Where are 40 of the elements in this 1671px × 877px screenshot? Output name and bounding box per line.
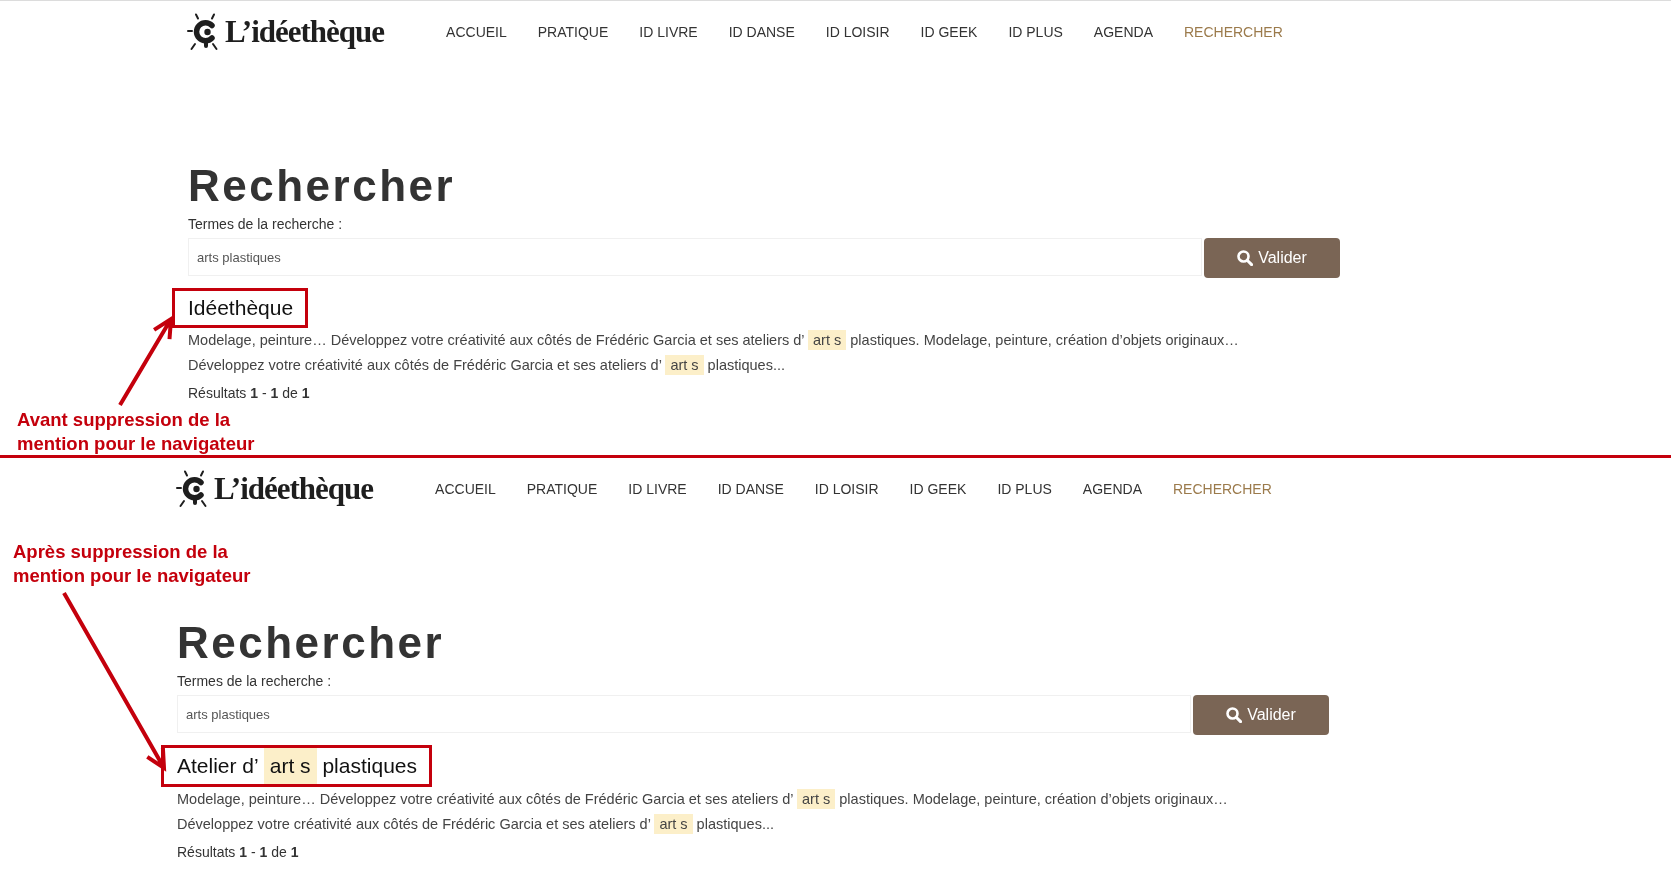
- logo-link[interactable]: L’idéethèque: [176, 470, 374, 508]
- nav-link[interactable]: ID PLUS: [1008, 24, 1063, 40]
- nav-link[interactable]: AGENDA: [1093, 24, 1153, 40]
- annotation-text: Après suppression de la mention pour le navigateur: [13, 540, 252, 588]
- result-snippet: Développez votre créativité aux côtés de Frédéric Garcia et ses ateliers d’ art s plastiques...: [188, 354, 786, 377]
- nav-link[interactable]: RECHERCHER: [1173, 481, 1272, 497]
- nav-link[interactable]: ACCUEIL: [446, 24, 507, 40]
- result-title[interactable]: Atelier d’ art s plastiques: [177, 748, 417, 784]
- result-snippet: Modelage, peinture… Développez votre créativité aux côtés de Frédéric Garcia et ses ateliers d’ art s plastiques. Modelage, peinture, création d’objets originaux…: [188, 329, 1240, 352]
- nav-link[interactable]: RECHERCHER: [1184, 24, 1283, 40]
- search-icon: [1237, 250, 1254, 266]
- nav-link[interactable]: ID GEEK: [920, 24, 978, 40]
- logo-link[interactable]: L’idéethèque: [187, 13, 385, 51]
- result-count: Résultats 1 - 1 de 1: [177, 843, 300, 862]
- nav-link[interactable]: ID LIVRE: [639, 24, 698, 40]
- result-title[interactable]: Idéethèque: [188, 291, 294, 325]
- result-snippet: Développez votre créativité aux côtés de Frédéric Garcia et ses ateliers d’ art s plastiques...: [177, 813, 775, 836]
- nav-link[interactable]: ID LOISIR: [814, 481, 879, 497]
- nav-link[interactable]: ID GEEK: [909, 481, 967, 497]
- page-heading: Rechercher: [188, 161, 457, 211]
- nav-link[interactable]: ID LOISIR: [825, 24, 890, 40]
- validate-button[interactable]: Valider: [1193, 695, 1329, 735]
- result-count: Résultats 1 - 1 de 1: [188, 384, 311, 403]
- nav-link[interactable]: ACCUEIL: [435, 481, 496, 497]
- result-snippet: Modelage, peinture… Développez votre créativité aux côtés de Frédéric Garcia et ses ateliers d’ art s plastiques. Modelage, peinture, création d’objets originaux…: [177, 788, 1229, 811]
- nav-link[interactable]: PRATIQUE: [537, 24, 609, 40]
- nav-link[interactable]: ID DANSE: [717, 481, 784, 497]
- search-icon: [1226, 707, 1243, 723]
- field-label: Termes de la recherche :: [188, 215, 344, 234]
- search-field[interactable]: arts plastiques: [177, 695, 1191, 733]
- nav-link[interactable]: PRATIQUE: [526, 481, 598, 497]
- nav-link[interactable]: ID PLUS: [997, 481, 1052, 497]
- search-field[interactable]: arts plastiques: [188, 238, 1202, 276]
- page-heading: Rechercher: [177, 618, 446, 668]
- field-label: Termes de la recherche :: [177, 672, 333, 691]
- validate-button[interactable]: Valider: [1204, 238, 1340, 278]
- nav-link[interactable]: AGENDA: [1082, 481, 1142, 497]
- annotation-text: Avant suppression de la mention pour le navigateur: [17, 408, 256, 456]
- nav-link[interactable]: ID DANSE: [728, 24, 795, 40]
- nav-link[interactable]: ID LIVRE: [628, 481, 687, 497]
